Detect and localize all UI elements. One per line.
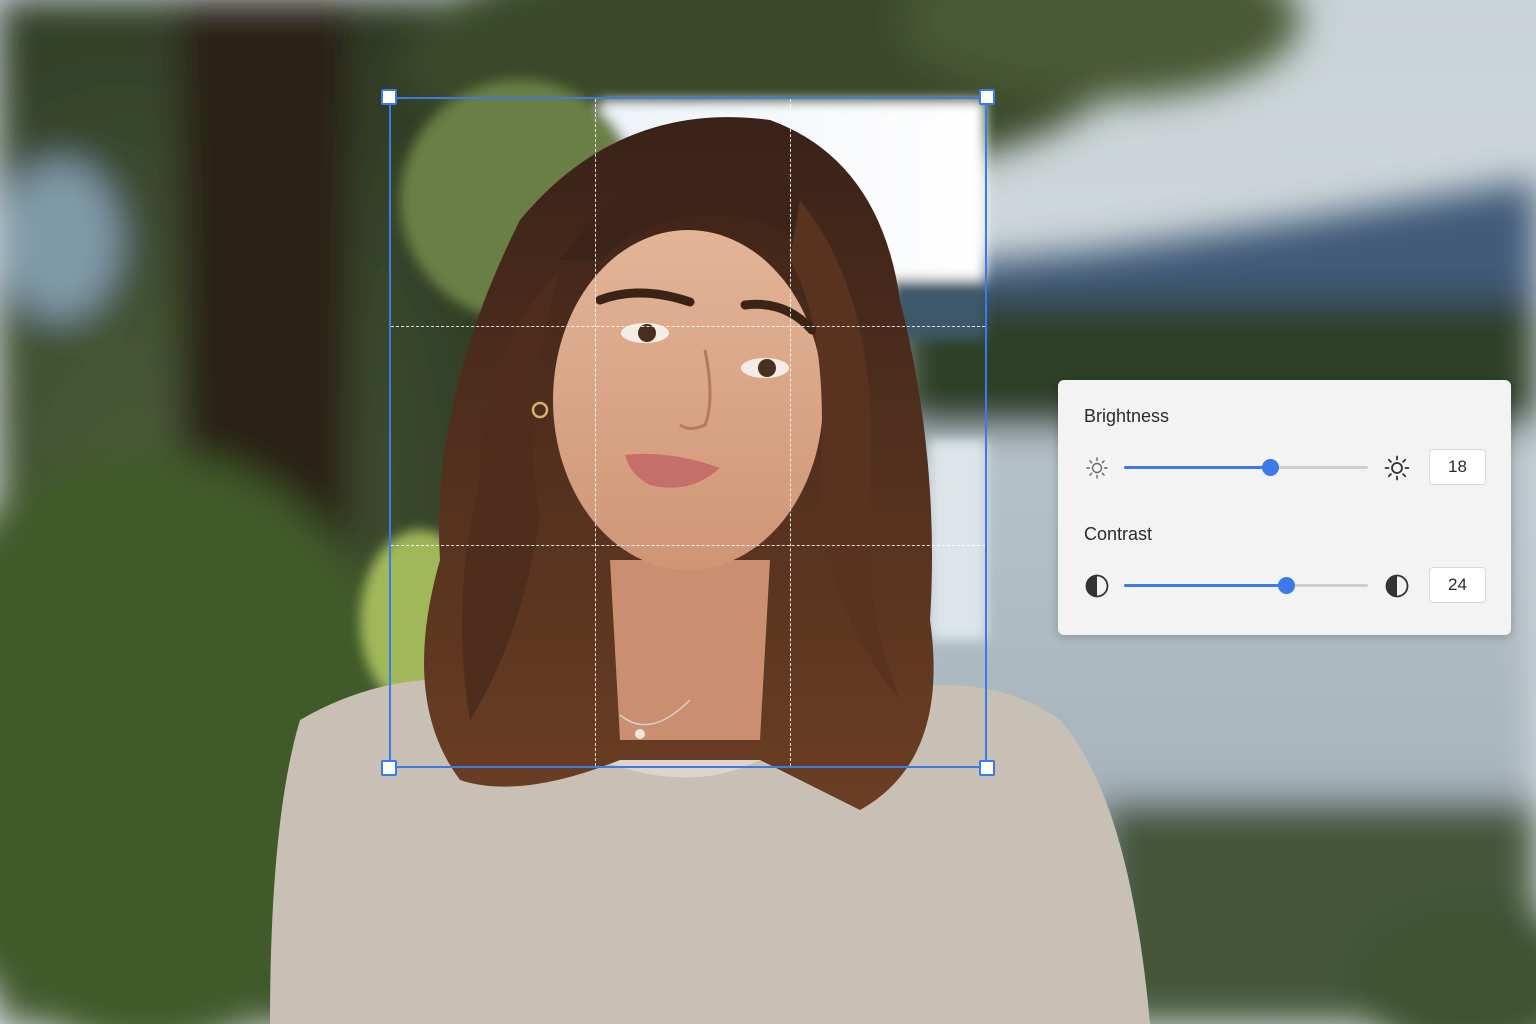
crop-grid-line-horizontal-2 [391,545,985,546]
contrast-slider[interactable] [1124,577,1368,594]
crop-handle-top-left[interactable] [381,89,397,105]
contrast-slider-thumb[interactable] [1278,577,1296,594]
sun-low-icon[interactable] [1084,455,1110,481]
contrast-icon[interactable] [1084,573,1110,599]
crop-handle-bottom-right[interactable] [979,760,995,776]
contrast-label: Contrast [1084,524,1153,544]
crop-grid-line-vertical-1 [595,99,596,766]
contrast-row: 24 [1084,567,1488,605]
brightness-slider[interactable] [1124,459,1368,476]
contrast-icon[interactable] [1384,573,1410,599]
crop-handle-top-right[interactable] [979,89,995,105]
adjustments-panel: Brightness 18 Contrast 24 [1058,380,1511,635]
brightness-label: Brightness [1084,406,1170,426]
crop-frame[interactable] [389,97,987,768]
crop-grid-line-horizontal-1 [391,326,985,327]
brightness-value-field[interactable]: 18 [1429,449,1486,485]
contrast-slider-fill [1124,584,1287,587]
brightness-slider-fill [1124,466,1271,469]
brightness-slider-thumb[interactable] [1262,459,1280,476]
sun-high-icon[interactable] [1384,455,1410,481]
brightness-row: 18 [1084,449,1488,487]
crop-grid-line-vertical-2 [790,99,791,766]
crop-handle-bottom-left[interactable] [381,760,397,776]
contrast-value-field[interactable]: 24 [1429,567,1486,603]
